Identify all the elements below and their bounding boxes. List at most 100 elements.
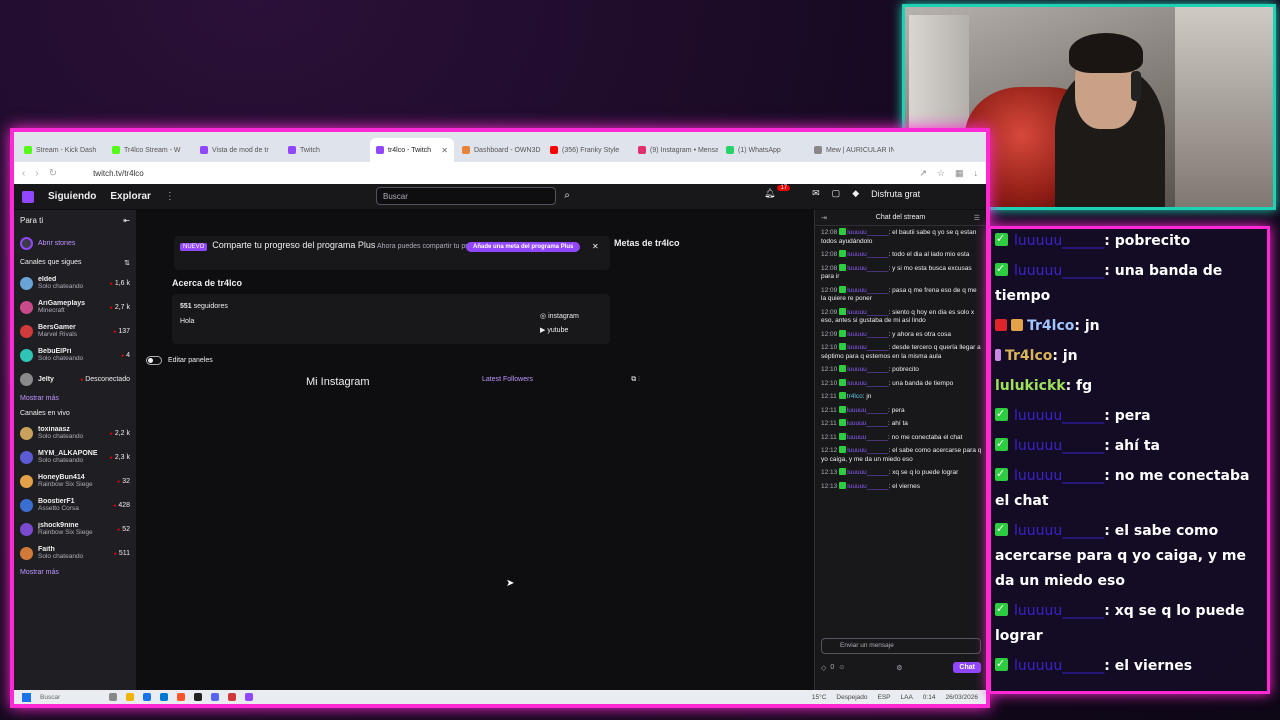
latest-followers-link[interactable]: Latest Followers bbox=[482, 376, 533, 384]
chat-users-icon[interactable]: ☰ bbox=[974, 214, 980, 222]
chat-send-button[interactable]: Chat bbox=[953, 662, 981, 673]
browser-tab[interactable]: Dashboard - OWN3D bbox=[456, 138, 542, 162]
external-link-icon[interactable]: ⧉ bbox=[631, 376, 636, 383]
browser-tab[interactable]: Vista de mod de tr bbox=[194, 138, 280, 162]
url-field[interactable]: twitch.tv/tr4lco bbox=[93, 169, 144, 178]
tab-favicon-icon bbox=[376, 146, 384, 154]
sort-icon[interactable]: ⇅ bbox=[124, 259, 130, 267]
clock-time[interactable]: 0:14 bbox=[923, 694, 936, 701]
search-icon[interactable]: ⌕ bbox=[558, 187, 576, 205]
browser-tab[interactable]: Mew | AURICULAR IN bbox=[808, 138, 894, 162]
file-explorer-icon[interactable] bbox=[126, 693, 134, 701]
chat-username[interactable]: luuuuu______ bbox=[847, 407, 888, 414]
extensions-icon[interactable]: ▦ bbox=[955, 168, 964, 179]
browser-tab[interactable]: (356) Franky Style bbox=[544, 138, 630, 162]
chat-username[interactable]: luuuuu______ bbox=[847, 366, 888, 373]
followers-count: 551 bbox=[180, 303, 192, 310]
notifications-icon[interactable]: 🔔︎ bbox=[764, 188, 775, 199]
sidebar-channel[interactable]: BoostierF1Assetto Corsa 428 bbox=[14, 493, 136, 517]
add-plus-goal-button[interactable]: Añade una meta del programa Plus bbox=[466, 242, 581, 252]
sidebar-channel[interactable]: MYM_ALKAPONESolo chateando 2,3 k bbox=[14, 445, 136, 469]
tab-favicon-icon bbox=[200, 146, 208, 154]
whispers-icon[interactable]: ✉ bbox=[812, 188, 820, 199]
twitch-app-icon[interactable] bbox=[245, 693, 253, 701]
twitch-logo-icon[interactable] bbox=[22, 190, 34, 203]
back-icon[interactable]: ‹ bbox=[22, 168, 25, 179]
chat-username[interactable]: luuuuu______ bbox=[847, 344, 888, 351]
browser-tab[interactable]: Twitch bbox=[282, 138, 368, 162]
browser-tab[interactable]: tr4lco - Twitch ✕ bbox=[370, 138, 454, 162]
sidebar-channel[interactable]: AriGameplaysMinecraft 2,7 k bbox=[14, 295, 136, 319]
app-icon[interactable] bbox=[228, 693, 236, 701]
channel-points-icon[interactable]: ◇ bbox=[821, 664, 826, 672]
sidebar-channel[interactable]: HoneyBun414Rainbow Six Siege 32 bbox=[14, 469, 136, 493]
plus-program-banner: NUEVO Comparte tu progreso del programa … bbox=[174, 236, 610, 270]
chat-settings-icon[interactable]: ⚙ bbox=[896, 664, 902, 672]
show-more-live[interactable]: Mostrar más bbox=[14, 565, 136, 580]
nav-following[interactable]: Siguiendo bbox=[48, 191, 96, 202]
tab-favicon-icon bbox=[288, 146, 296, 154]
toggle-switch[interactable] bbox=[146, 356, 162, 365]
plus-title: Comparte tu progreso del programa Plus bbox=[212, 240, 376, 250]
chat-username[interactable]: luuuuu______ bbox=[847, 447, 888, 454]
browser-tab[interactable]: (1) WhatsApp bbox=[720, 138, 806, 162]
sidebar-channel[interactable]: FaithSolo chateando 511 bbox=[14, 541, 136, 565]
chat-username[interactable]: luuuuu______ bbox=[847, 265, 888, 272]
store-icon[interactable] bbox=[143, 693, 151, 701]
emote-icon[interactable]: ☺ bbox=[838, 664, 845, 671]
youtube-link[interactable]: ▶ yutube bbox=[540, 326, 568, 334]
brave-icon[interactable] bbox=[177, 693, 185, 701]
download-icon[interactable]: ↓ bbox=[974, 168, 979, 179]
panel-more-icon[interactable]: ⋮ bbox=[638, 376, 640, 383]
edit-panels-toggle[interactable]: Editar paneles bbox=[146, 356, 213, 365]
instagram-link[interactable]: ◎ instagram bbox=[540, 312, 579, 320]
show-more-followed[interactable]: Mostrar más bbox=[14, 391, 136, 406]
search-input[interactable]: Buscar bbox=[376, 187, 556, 205]
taskbar-search[interactable]: Buscar bbox=[40, 694, 100, 701]
prime-button[interactable]: Disfruta grat bbox=[871, 189, 920, 199]
forward-icon[interactable]: › bbox=[35, 168, 38, 179]
chat-username[interactable]: luuuuu______ bbox=[847, 251, 888, 258]
language[interactable]: ESP bbox=[877, 694, 890, 701]
chat-timestamp: 12:08 bbox=[821, 229, 838, 236]
more-options-icon[interactable]: ⋮ bbox=[165, 191, 175, 202]
chat-footer: ◇ 0 ☺ ⚙ Chat bbox=[821, 662, 981, 673]
taskbar-app-icon[interactable] bbox=[109, 693, 117, 701]
browser-tab[interactable]: (9) Instagram • Mensa bbox=[632, 138, 718, 162]
sidebar-channel[interactable]: jshock9nineRainbow Six Siege 52 bbox=[14, 517, 136, 541]
share-icon[interactable]: ↗ bbox=[919, 168, 927, 179]
browser-tab[interactable]: Tr4lco Stream - W bbox=[106, 138, 192, 162]
chat-username[interactable]: luuuuu______ bbox=[847, 331, 888, 338]
sidebar-channel[interactable]: toxinaaszSolo chateando 2,2 k bbox=[14, 421, 136, 445]
stories-button[interactable]: Abrir stories bbox=[14, 231, 136, 255]
sidebar-channel[interactable]: BersGamerMarvel Rivals 137 bbox=[14, 319, 136, 343]
chat-username[interactable]: luuuuu______ bbox=[847, 483, 888, 490]
followed-header: Canales que sigues ⇅ bbox=[14, 255, 136, 271]
reload-icon[interactable]: ↻ bbox=[49, 168, 57, 179]
browser-tab[interactable]: Stream - Kick Dash bbox=[18, 138, 104, 162]
tab-close-icon[interactable]: ✕ bbox=[441, 146, 448, 155]
discord-icon[interactable] bbox=[211, 693, 219, 701]
chat-username[interactable]: tr4lco bbox=[847, 393, 863, 400]
chat-username[interactable]: luuuuu______ bbox=[847, 420, 888, 427]
nav-explore[interactable]: Explorar bbox=[110, 191, 151, 202]
chat-username[interactable]: luuuuu______ bbox=[847, 380, 888, 387]
chat-username[interactable]: luuuuu______ bbox=[847, 309, 888, 316]
edge-icon[interactable] bbox=[160, 693, 168, 701]
sidebar-channel[interactable]: Jelty Desconectado bbox=[14, 367, 136, 391]
bookmark-icon[interactable]: ▢ bbox=[832, 188, 841, 199]
windows-start-icon[interactable] bbox=[22, 692, 31, 702]
collapse-chat-icon[interactable]: ⇥ bbox=[821, 214, 827, 222]
chat-username[interactable]: luuuuu______ bbox=[847, 469, 888, 476]
chat-username[interactable]: luuuuu______ bbox=[847, 287, 888, 294]
chat-username[interactable]: luuuuu______ bbox=[847, 434, 888, 441]
sidebar-channel[interactable]: eldedSolo chateando 1,6 k bbox=[14, 271, 136, 295]
collapse-icon[interactable]: ⇤ bbox=[123, 216, 130, 225]
sidebar-channel[interactable]: BebuElPriSolo chateando 4 bbox=[14, 343, 136, 367]
bits-icon[interactable]: ◆ bbox=[852, 188, 859, 199]
obs-icon[interactable] bbox=[194, 693, 202, 701]
close-icon[interactable]: ✕ bbox=[592, 242, 599, 251]
chat-username[interactable]: luuuuu______ bbox=[847, 229, 888, 236]
bookmark-icon[interactable]: ☆ bbox=[937, 168, 945, 179]
chat-input[interactable]: Enviar un mensaje bbox=[821, 638, 981, 654]
